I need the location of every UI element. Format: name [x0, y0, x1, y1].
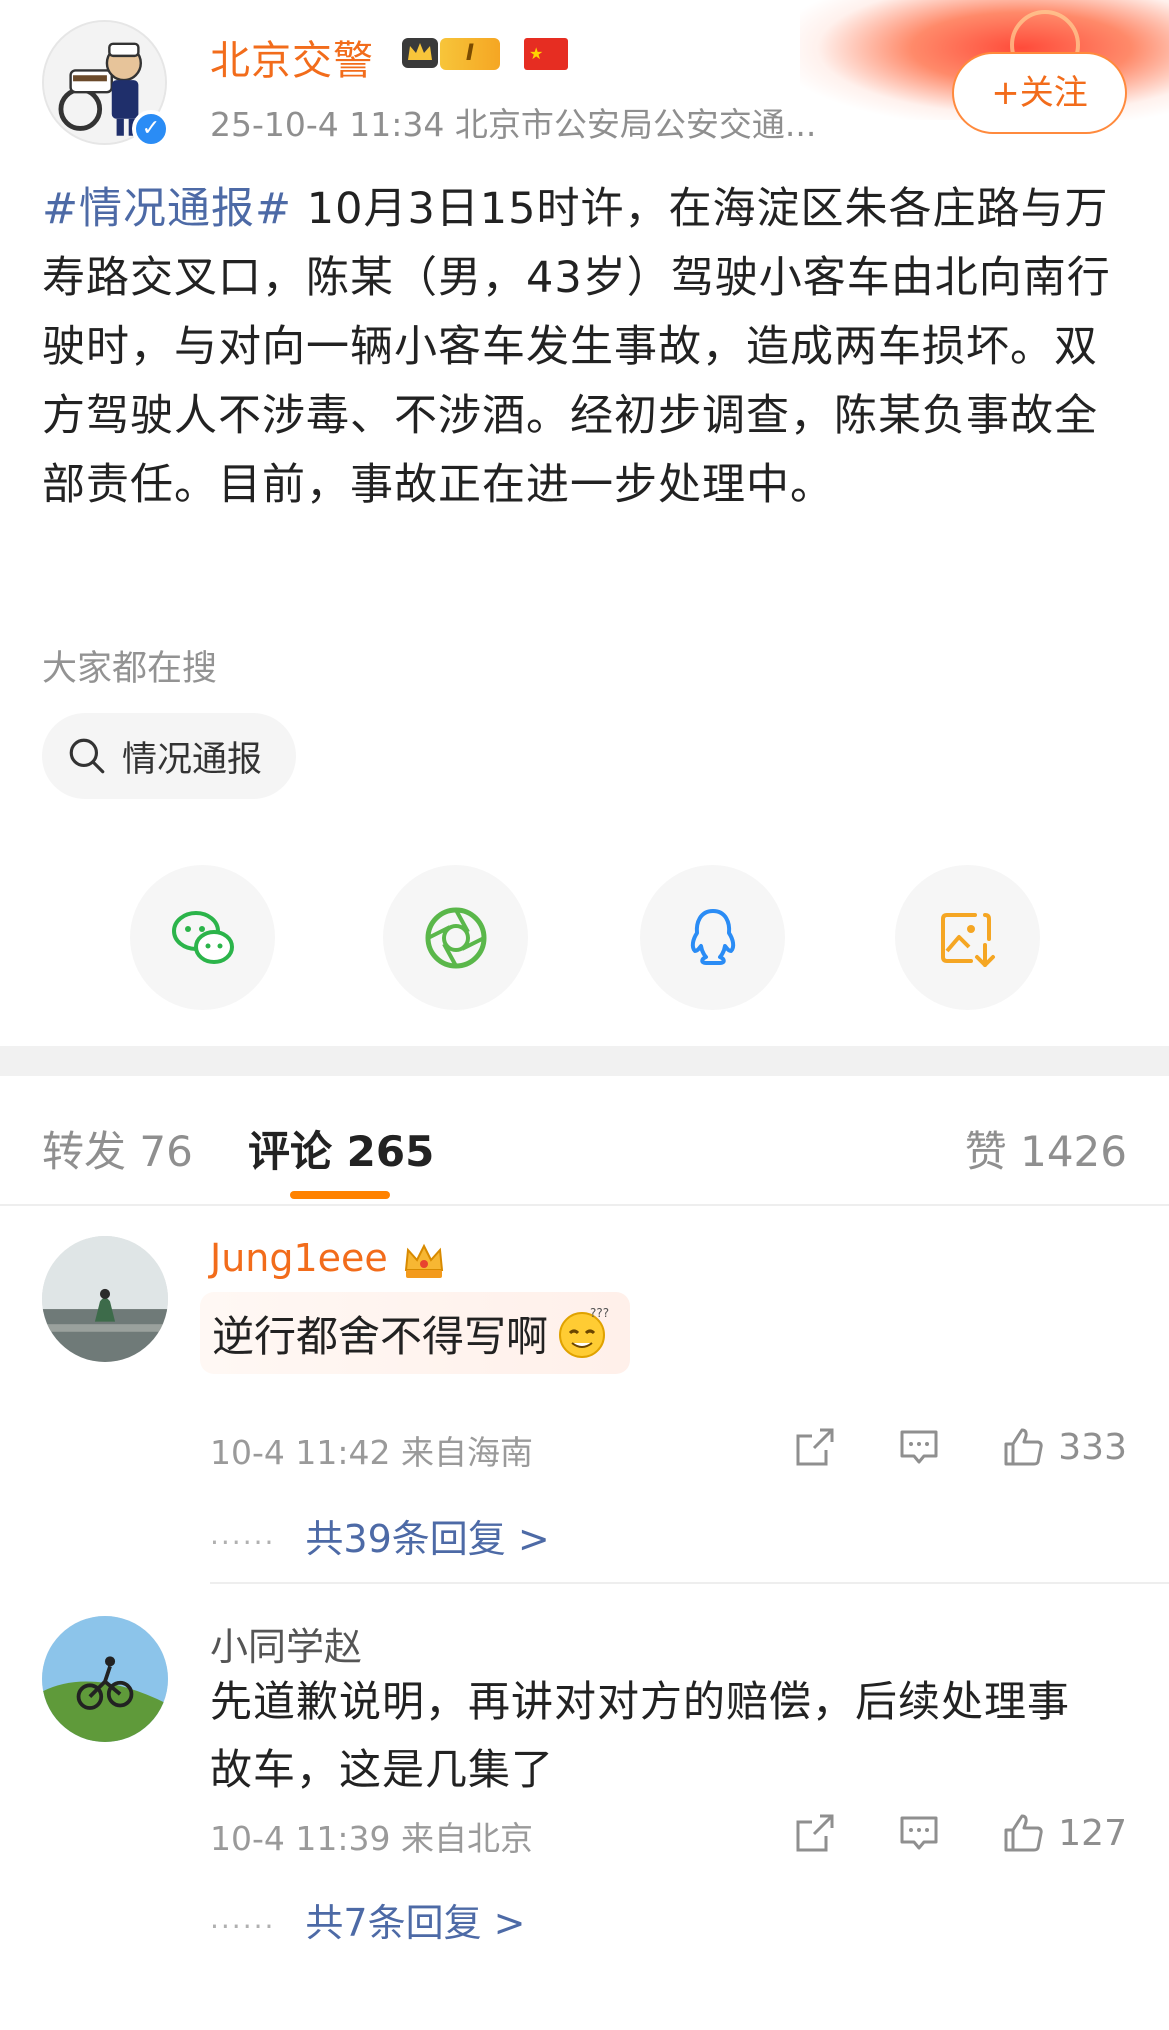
- replies-dots: ······: [210, 1526, 276, 1559]
- comment-divider: [210, 1582, 1169, 1584]
- comment-text: 逆行都舍不得写啊: [212, 1311, 549, 1361]
- wechat-icon: [171, 910, 234, 964]
- comment-text-bubble: 逆行都舍不得写啊 ???: [200, 1292, 631, 1374]
- confused-emoji-icon: ???: [559, 1306, 609, 1358]
- tab-comments[interactable]: 评论 265: [248, 1118, 434, 1179]
- hot-search-label: 大家都在搜: [42, 649, 218, 689]
- like-icon[interactable]: [1000, 1810, 1046, 1856]
- comment-meta: 10-4 11:39 来自北京: [210, 1819, 533, 1858]
- hot-search-chip-label: 情况通报: [122, 739, 263, 780]
- author-name[interactable]: 北京交警: [210, 28, 374, 86]
- comment-icon[interactable]: [896, 1424, 942, 1470]
- commenter-avatar[interactable]: [42, 1616, 168, 1742]
- comment-icon[interactable]: [896, 1810, 942, 1856]
- interaction-tabs: 转发 76 评论 265 赞 1426: [0, 1076, 1169, 1206]
- active-tab-indicator: [290, 1191, 390, 1199]
- like-count: 127: [1058, 1812, 1127, 1854]
- verified-badge-icon: ✓: [132, 110, 170, 148]
- follow-button[interactable]: +关注: [952, 52, 1127, 134]
- hashtag-link[interactable]: #情况通报#: [42, 184, 292, 234]
- save-image-icon: [940, 912, 995, 967]
- view-replies-link[interactable]: ······ 共7条回复 >: [210, 1892, 526, 1947]
- comment-actions: 333: [734, 1422, 1127, 1472]
- tab-repost[interactable]: 转发 76: [42, 1118, 193, 1179]
- member-crown-icon: [402, 38, 438, 68]
- qq-icon: [690, 908, 735, 965]
- section-separator: [0, 1046, 1169, 1076]
- vip-crown-icon: [404, 1243, 444, 1278]
- post-header: ✓ 北京交警 I ★ 25-10-4 11:34 北京市公安局公安交通... +…: [42, 20, 1127, 150]
- china-flag-icon: ★: [524, 38, 568, 70]
- member-level-badge: I: [440, 38, 500, 70]
- comment-actions: 127: [734, 1808, 1127, 1858]
- comment-text: 先道歉说明，再讲对对方的赔偿，后续处理事故车，这是几集了: [210, 1677, 1071, 1794]
- share-row: [130, 865, 1040, 1010]
- replies-count: 共7条回复 >: [305, 1901, 526, 1945]
- like-count: 333: [1058, 1426, 1127, 1468]
- share-icon[interactable]: [792, 1810, 838, 1856]
- svg-text:???: ???: [590, 1306, 609, 1320]
- share-qq-button[interactable]: [640, 865, 785, 1010]
- view-replies-link[interactable]: ······ 共39条回复 >: [210, 1508, 550, 1563]
- comment-meta: 10-4 11:42 来自海南: [210, 1433, 533, 1472]
- commenter-name[interactable]: Jung1eee: [210, 1236, 388, 1280]
- commenter-avatar[interactable]: [42, 1236, 168, 1362]
- replies-dots: ······: [210, 1910, 276, 1943]
- share-moments-button[interactable]: [383, 865, 528, 1010]
- commenter-name[interactable]: 小同学赵: [210, 1616, 362, 1671]
- like-icon[interactable]: [1000, 1424, 1046, 1470]
- save-image-button[interactable]: [895, 865, 1040, 1010]
- share-icon[interactable]: [792, 1424, 838, 1470]
- post-content: #情况通报# 10月3日15时许，在海淀区朱各庄路与万寿路交叉口，陈某（男，43…: [42, 175, 1132, 520]
- replies-count: 共39条回复 >: [305, 1517, 550, 1561]
- search-icon: [69, 738, 105, 774]
- share-wechat-button[interactable]: [130, 865, 275, 1010]
- hot-search-chip[interactable]: 情况通报: [42, 713, 297, 799]
- moments-icon: [425, 907, 486, 968]
- tab-likes[interactable]: 赞 1426: [965, 1118, 1127, 1179]
- post-meta: 25-10-4 11:34 北京市公安局公安交通...: [210, 105, 817, 144]
